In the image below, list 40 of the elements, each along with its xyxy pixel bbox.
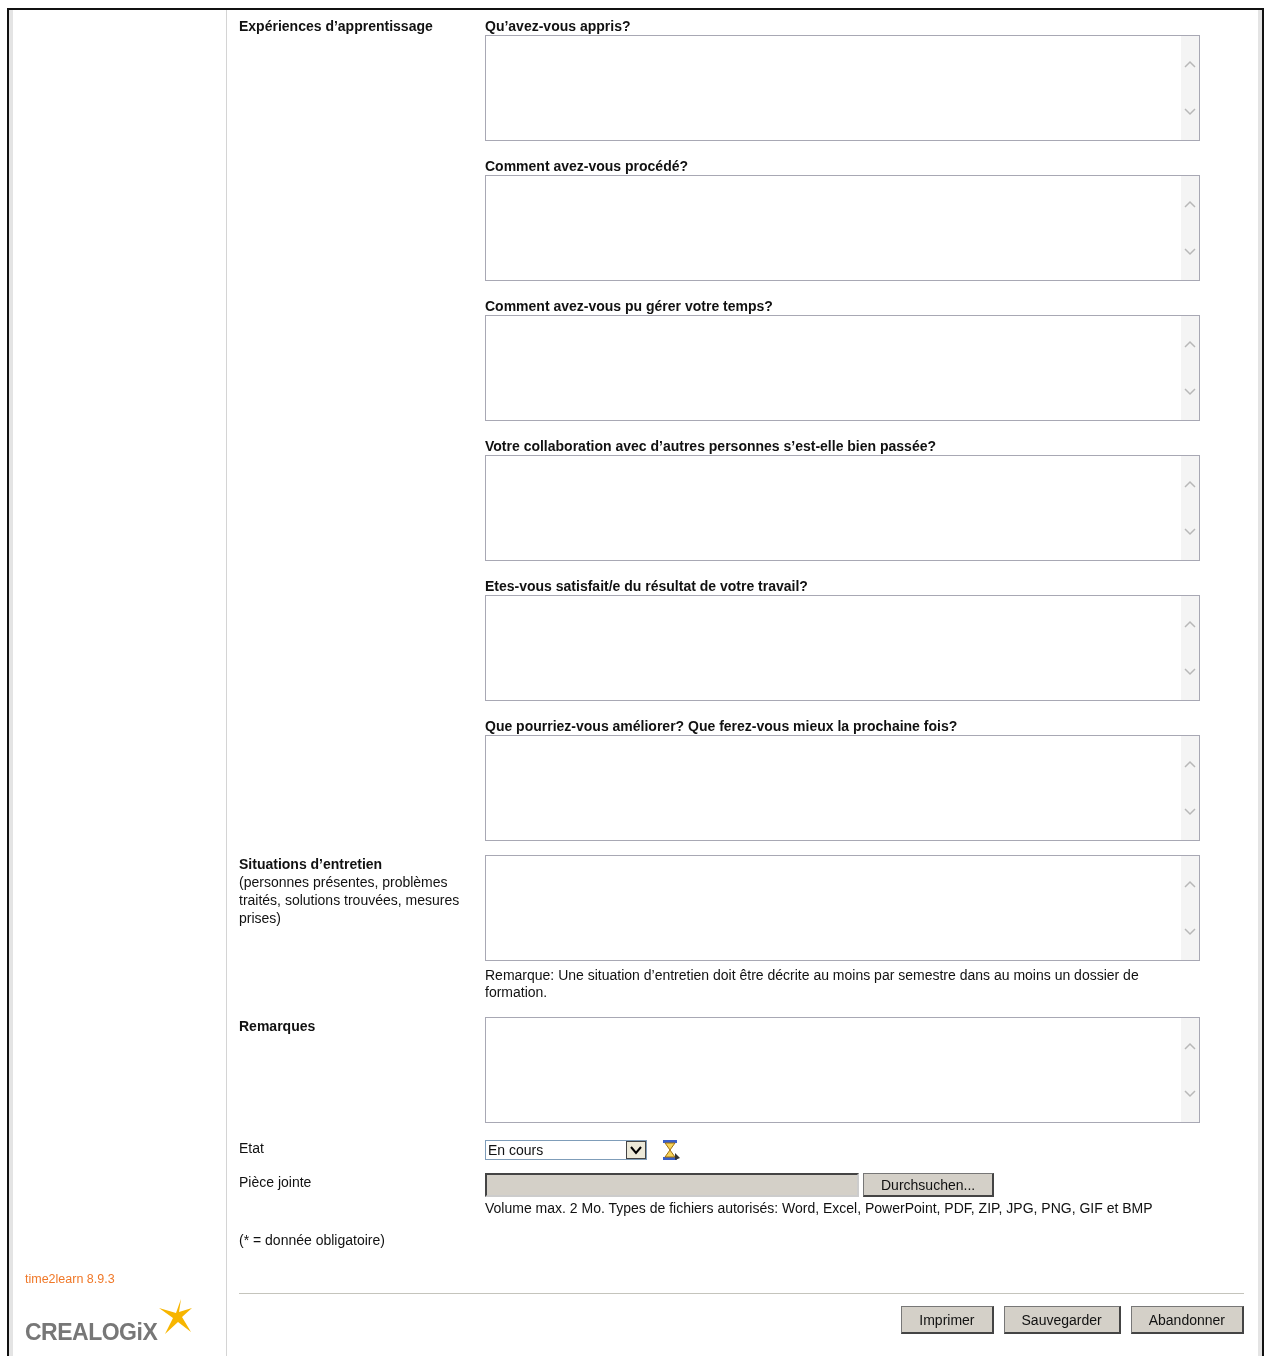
hourglass-icon[interactable] bbox=[661, 1139, 681, 1161]
field-label: Pièce jointe bbox=[239, 1173, 313, 1192]
scrollbar[interactable] bbox=[1181, 36, 1199, 140]
text-area[interactable] bbox=[485, 315, 1200, 421]
text-area[interactable] bbox=[485, 175, 1200, 281]
status-dropdown[interactable]: En cours bbox=[485, 1140, 647, 1160]
section-label: Situations d’entretien bbox=[239, 855, 384, 873]
action-button[interactable]: Sauvegarder bbox=[1003, 1306, 1121, 1334]
field-label: Etat bbox=[239, 1139, 265, 1158]
file-path-field[interactable] bbox=[485, 1173, 859, 1197]
version-text: time2learn 8.9.3 bbox=[25, 1272, 116, 1286]
text-area[interactable] bbox=[485, 595, 1200, 701]
action-button[interactable]: Imprimer bbox=[901, 1306, 994, 1334]
question-label: Qu’avez-vous appris? bbox=[485, 17, 632, 35]
text-area[interactable] bbox=[485, 855, 1200, 961]
question-label: Votre collaboration avec d’autres personnes s’est-elle bien passée? bbox=[485, 437, 937, 455]
question-label: Etes-vous satisfait/e du résultat de votre travail? bbox=[485, 577, 809, 595]
action-button[interactable]: Abandonner bbox=[1130, 1306, 1244, 1334]
browse-button[interactable]: Durchsuchen... bbox=[863, 1173, 995, 1197]
section-label: Remarques bbox=[239, 1017, 317, 1036]
required-note: (* = donnée obligatoire) bbox=[239, 1232, 386, 1248]
text-area[interactable] bbox=[485, 35, 1200, 141]
scrollbar[interactable] bbox=[1181, 736, 1199, 840]
hint-text: (personnes présentes, problèmes traités, solutions trouvées, mesures prises) bbox=[239, 873, 461, 927]
scrollbar[interactable] bbox=[1181, 856, 1199, 960]
scrollbar[interactable] bbox=[1181, 456, 1199, 560]
text-area[interactable] bbox=[485, 735, 1200, 841]
scrollbar[interactable] bbox=[1181, 1018, 1199, 1122]
scrollbar[interactable] bbox=[1181, 316, 1199, 420]
logo-text: CREALOGiX bbox=[25, 1319, 158, 1346]
question-label: Comment avez-vous pu gérer votre temps? bbox=[485, 297, 774, 315]
question-label: Comment avez-vous procédé? bbox=[485, 157, 690, 175]
text-area[interactable] bbox=[485, 455, 1200, 561]
question-label: Que pourriez-vous améliorer? Que ferez-vous mieux la prochaine fois? bbox=[485, 717, 959, 735]
section-label: Expériences d’apprentissage bbox=[239, 17, 434, 36]
text-area[interactable] bbox=[485, 1017, 1200, 1123]
scrollbar[interactable] bbox=[1181, 596, 1199, 700]
note-text: Remarque: Une situation d’entretien doit être décrite au moins par semestre dans au moins un dossier de formation. bbox=[485, 967, 1140, 1001]
hint-text: Volume max. 2 Mo. Types de fichiers autorisés: Word, Excel, PowerPoint, PDF, ZIP, JPG, PNG, GIF et BMP bbox=[485, 1200, 1154, 1216]
scrollbar[interactable] bbox=[1181, 176, 1199, 280]
